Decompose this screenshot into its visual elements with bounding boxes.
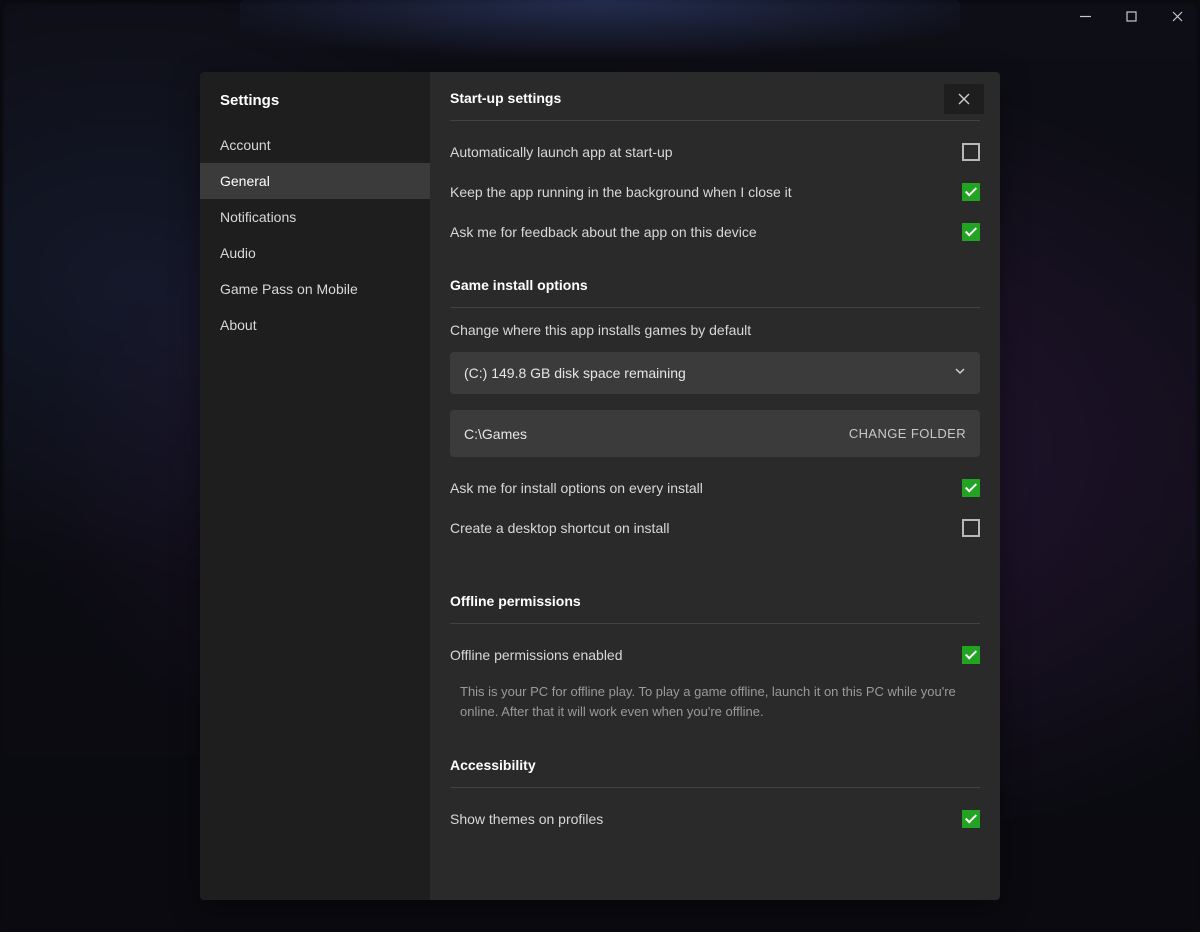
setting-auto-launch: Automatically launch app at start-up — [450, 135, 980, 169]
section-install: Game install options Change where this a… — [450, 277, 980, 545]
setting-label: Automatically launch app at start-up — [450, 144, 962, 160]
section-offline: Offline permissions Offline permissions … — [450, 593, 980, 729]
drive-dropdown[interactable]: (C:) 149.8 GB disk space remaining — [450, 352, 980, 394]
drive-dropdown-label: (C:) 149.8 GB disk space remaining — [464, 365, 686, 381]
section-startup: Start-up settings Automatically launch a… — [450, 90, 980, 249]
setting-label: Offline permissions enabled — [450, 647, 962, 663]
section-title-startup: Start-up settings — [450, 90, 980, 121]
setting-ask-install-options: Ask me for install options on every inst… — [450, 471, 980, 505]
titlebar — [1062, 0, 1200, 32]
setting-label: Keep the app running in the background w… — [450, 184, 962, 200]
maximize-button[interactable] — [1108, 0, 1154, 32]
settings-sidebar: Settings Account General Notifications A… — [200, 72, 430, 900]
sidebar-item-audio[interactable]: Audio — [200, 235, 430, 271]
checkbox-auto-launch[interactable] — [962, 143, 980, 161]
close-icon — [957, 92, 971, 106]
setting-label: Ask me for feedback about the app on thi… — [450, 224, 962, 240]
section-title-install: Game install options — [450, 277, 980, 308]
settings-content: Start-up settings Automatically launch a… — [430, 72, 1000, 900]
setting-offline-enabled: Offline permissions enabled — [450, 638, 980, 672]
close-dialog-button[interactable] — [944, 84, 984, 114]
close-window-button[interactable] — [1154, 0, 1200, 32]
checkbox-feedback[interactable] — [962, 223, 980, 241]
setting-label: Ask me for install options on every inst… — [450, 480, 962, 496]
setting-desktop-shortcut: Create a desktop shortcut on install — [450, 511, 980, 545]
setting-feedback: Ask me for feedback about the app on thi… — [450, 215, 980, 249]
minimize-button[interactable] — [1062, 0, 1108, 32]
setting-keep-running: Keep the app running in the background w… — [450, 175, 980, 209]
checkbox-desktop-shortcut[interactable] — [962, 519, 980, 537]
close-icon — [1172, 11, 1183, 22]
checkbox-keep-running[interactable] — [962, 183, 980, 201]
sidebar-item-about[interactable]: About — [200, 307, 430, 343]
settings-dialog: Settings Account General Notifications A… — [200, 72, 1000, 900]
sidebar-item-general[interactable]: General — [200, 163, 430, 199]
minimize-icon — [1080, 11, 1091, 22]
checkbox-show-themes[interactable] — [962, 810, 980, 828]
setting-label: Show themes on profiles — [450, 811, 962, 827]
install-path: C:\Games — [464, 426, 527, 442]
offline-sub-text: This is your PC for offline play. To pla… — [450, 678, 980, 729]
maximize-icon — [1126, 11, 1137, 22]
section-accessibility: Accessibility Show themes on profiles — [450, 757, 980, 836]
install-desc: Change where this app installs games by … — [450, 322, 980, 338]
section-title-accessibility: Accessibility — [450, 757, 980, 788]
content-scroll[interactable]: Start-up settings Automatically launch a… — [430, 72, 1000, 900]
change-folder-button[interactable]: CHANGE FOLDER — [849, 420, 966, 447]
setting-label: Create a desktop shortcut on install — [450, 520, 962, 536]
checkbox-ask-install-options[interactable] — [962, 479, 980, 497]
checkbox-offline-enabled[interactable] — [962, 646, 980, 664]
sidebar-item-notifications[interactable]: Notifications — [200, 199, 430, 235]
section-title-offline: Offline permissions — [450, 593, 980, 624]
chevron-down-icon — [954, 364, 966, 382]
setting-show-themes: Show themes on profiles — [450, 802, 980, 836]
sidebar-item-game-pass-mobile[interactable]: Game Pass on Mobile — [200, 271, 430, 307]
install-path-row: C:\Games CHANGE FOLDER — [450, 410, 980, 457]
sidebar-title: Settings — [200, 72, 430, 127]
sidebar-item-account[interactable]: Account — [200, 127, 430, 163]
